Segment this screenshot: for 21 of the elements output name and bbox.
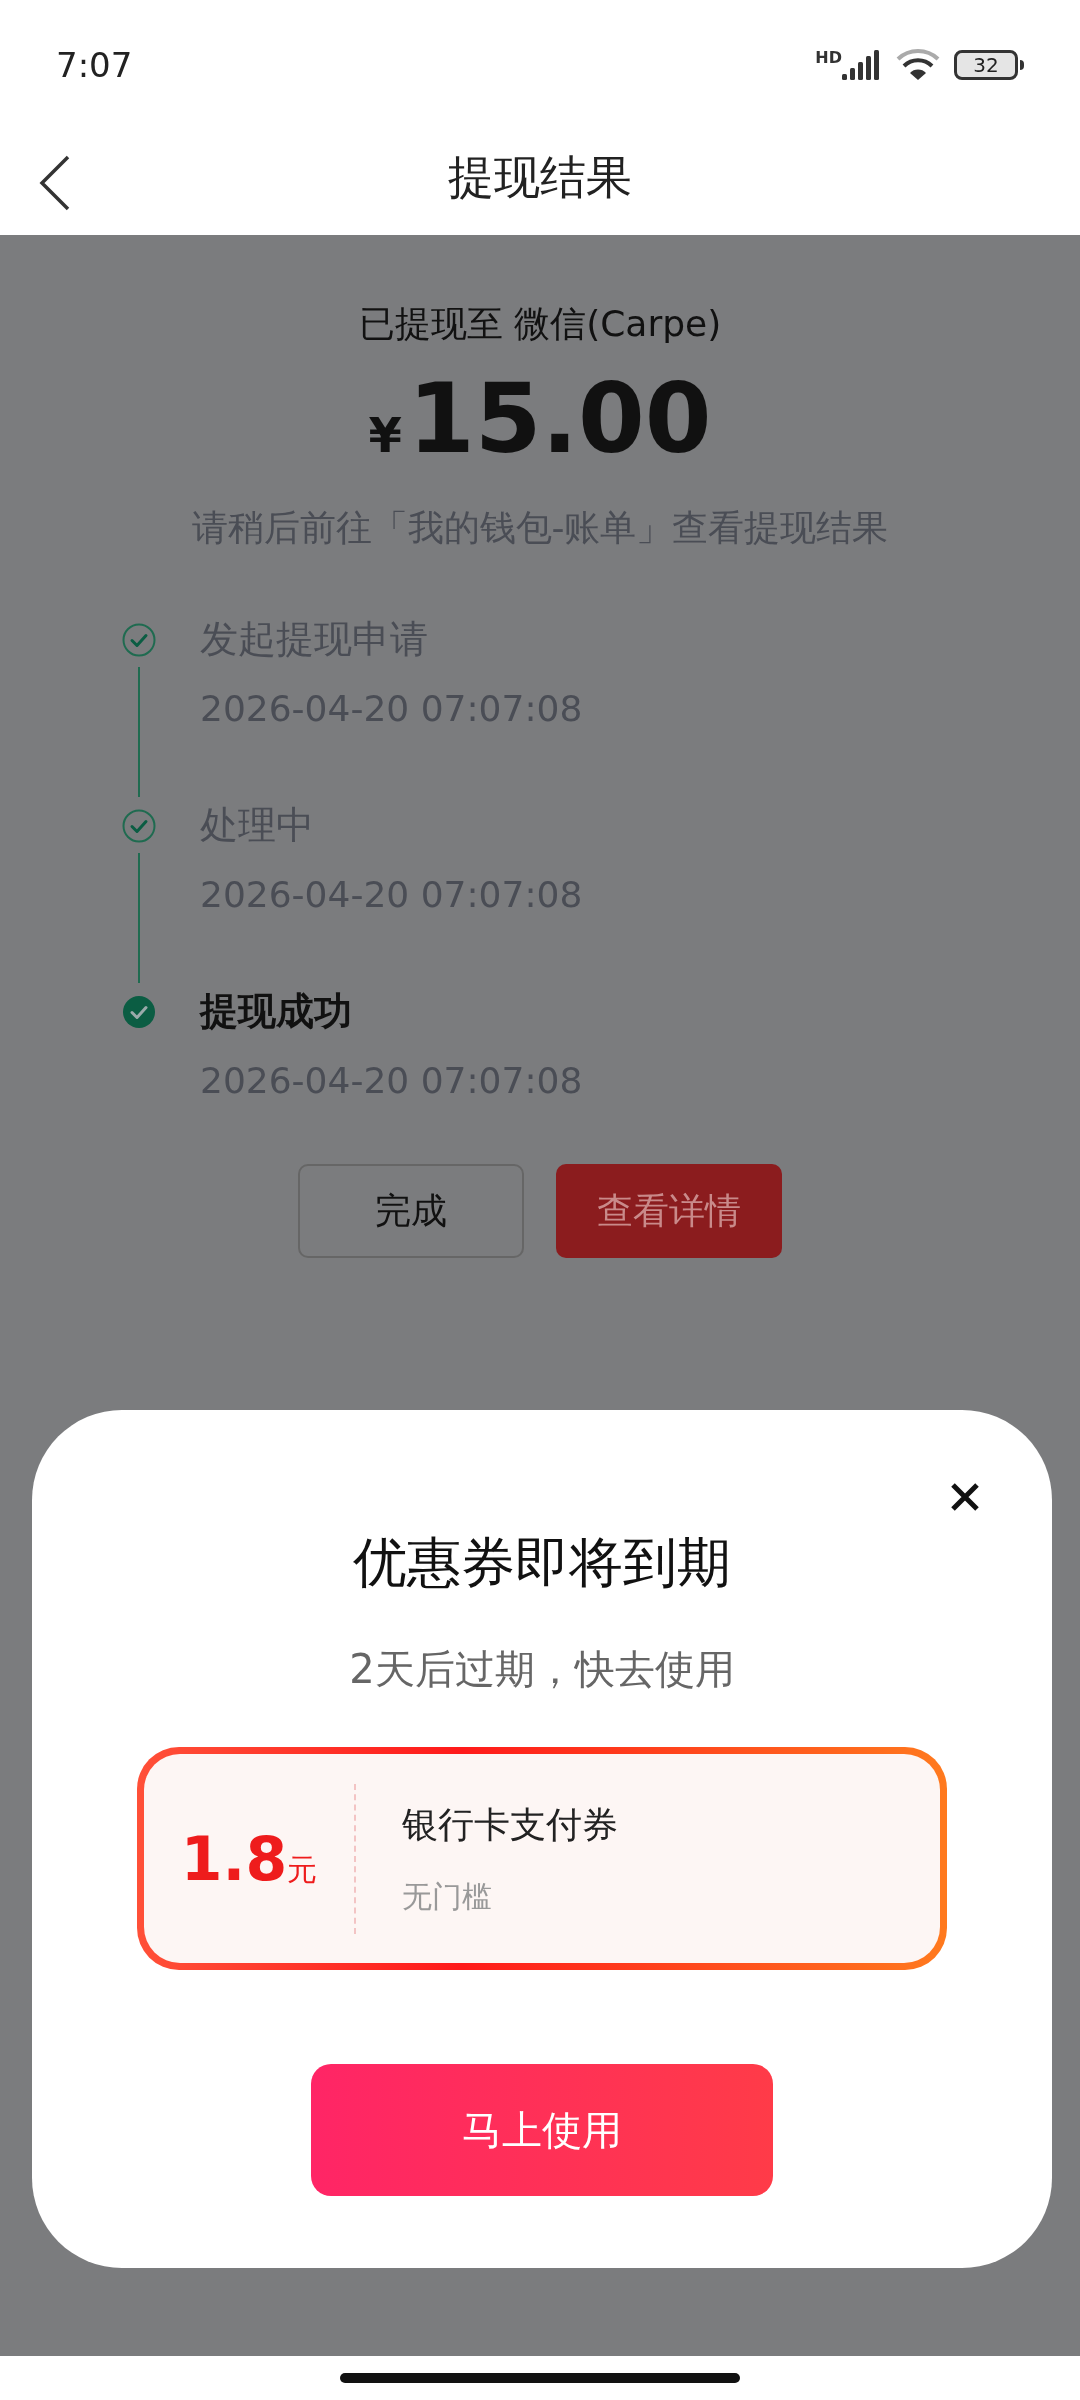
battery-indicator: 32 — [954, 50, 1024, 80]
coupon-unit: 元 — [287, 1850, 318, 1889]
dialog-title: 优惠券即将到期 — [353, 1530, 731, 1596]
details-button[interactable]: 查看详情 — [556, 1164, 782, 1258]
amount-text: 15.00 — [407, 371, 712, 467]
use-now-button[interactable]: 马上使用 — [311, 2064, 773, 2196]
close-icon[interactable] — [950, 1482, 980, 1512]
network-label: HD — [815, 50, 842, 66]
page-title: 提现结果 — [448, 149, 632, 206]
done-button[interactable]: 完成 — [298, 1164, 524, 1258]
destination-text: 已提现至 微信(Carpe) — [358, 302, 722, 346]
currency-symbol: ¥ — [368, 406, 402, 465]
status-time: 7:07 — [56, 43, 133, 87]
coupon-condition: 无门槛 — [402, 1878, 493, 1916]
back-icon[interactable] — [38, 154, 72, 212]
step-title: 提现成功 — [200, 988, 353, 1035]
signal-icon — [842, 50, 882, 80]
coupon-name: 银行卡支付券 — [402, 1803, 618, 1847]
dialog-subtitle: 2天后过期，快去使用 — [349, 1645, 735, 1694]
coupon-amount: 1.8 — [180, 1822, 288, 1896]
wifi-icon — [896, 49, 940, 81]
